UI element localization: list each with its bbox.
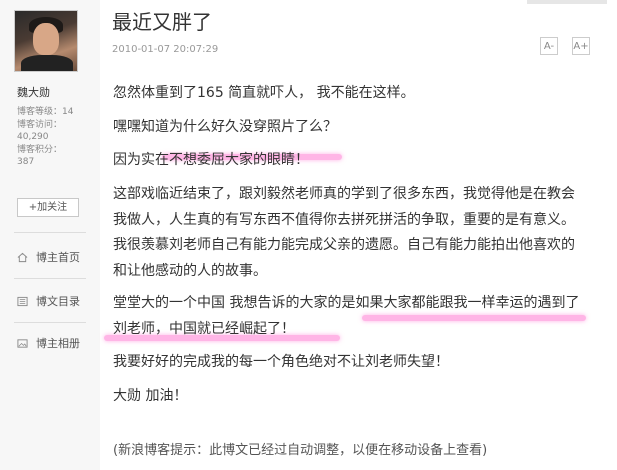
paragraph: 忽然体重到了165 简直就吓人， 我不能在这样。 [113, 85, 415, 101]
top-bar-fragment [527, 0, 607, 4]
username[interactable]: 魏大勋 [17, 84, 50, 100]
sidebar-divider [14, 322, 86, 323]
sidebar-item-catalog[interactable]: 博文目录 [17, 293, 80, 309]
paragraph: 我做人，人生真的有写东西不值得你去拼死拼活的争取，重要的是有意义。 [113, 212, 575, 228]
image-icon [17, 338, 28, 348]
paragraph: 刘老师，中国就已经崛起了！ [113, 321, 295, 337]
blog-stats: 博客等级：14 博客访问： 40,290 博客积分： 387 [17, 106, 73, 169]
stat-points-label: 博客积分： [17, 144, 63, 155]
sidebar-divider [14, 278, 86, 279]
post-content: 最近又胖了 2010-01-07 20:07:29 A- A+ 忽然体重到了16… [100, 0, 617, 470]
post-date: 2010-01-07 20:07:29 [112, 44, 219, 55]
blog-sidebar: 魏大勋 博客等级：14 博客访问： 40,290 博客积分： 387 +加关注 … [0, 0, 100, 470]
avatar-shirt [21, 55, 73, 71]
paragraph: 我要好好的完成我的每一个角色绝对不让刘老师失望！ [113, 354, 449, 370]
stat-visits-label: 博客访问： [17, 119, 63, 130]
stat-visits-value: 40,290 [17, 132, 49, 143]
font-increase-button[interactable]: A+ [572, 37, 590, 55]
avatar-face [33, 23, 59, 55]
stat-points-value: 387 [17, 157, 35, 168]
sidebar-divider [14, 232, 86, 233]
sidebar-item-label: 博主首页 [36, 251, 80, 264]
sidebar-item-home[interactable]: 博主首页 [17, 249, 80, 265]
post-title: 最近又胖了 [112, 10, 212, 34]
avatar[interactable] [14, 10, 78, 72]
sidebar-item-label: 博主相册 [36, 337, 80, 350]
home-icon [17, 252, 28, 262]
mobile-notice: (新浪博客提示：此博文已经过自动调整，以便在移动设备上查看) [113, 443, 488, 458]
list-icon [17, 296, 28, 306]
paragraph: 大勋 加油！ [113, 388, 188, 404]
font-decrease-button[interactable]: A- [540, 37, 558, 55]
paragraph: 我很羡慕刘老师自己有能力能完成父亲的遗愿。自己有能力能拍出他喜欢的 [113, 237, 575, 253]
follow-button[interactable]: +加关注 [17, 198, 79, 217]
highlight-stroke [362, 315, 586, 321]
sidebar-item-label: 博文目录 [36, 295, 80, 308]
paragraph: 嘿嘿知道为什么好久没穿照片了么？ [113, 119, 337, 135]
paragraph: 堂堂大的一个中国 我想告诉的大家的是如果大家都能跟我一样幸运的遇到了 [113, 295, 580, 311]
paragraph: 因为实在不想委屈大家的眼睛！ [113, 152, 309, 168]
sidebar-item-album[interactable]: 博主相册 [17, 335, 80, 351]
stat-level: 博客等级：14 [17, 107, 74, 117]
paragraph: 和让他感动的人的故事。 [113, 263, 267, 279]
paragraph: 这部戏临近结束了，跟刘毅然老师真的学到了很多东西，我觉得他是在教会 [113, 186, 575, 202]
